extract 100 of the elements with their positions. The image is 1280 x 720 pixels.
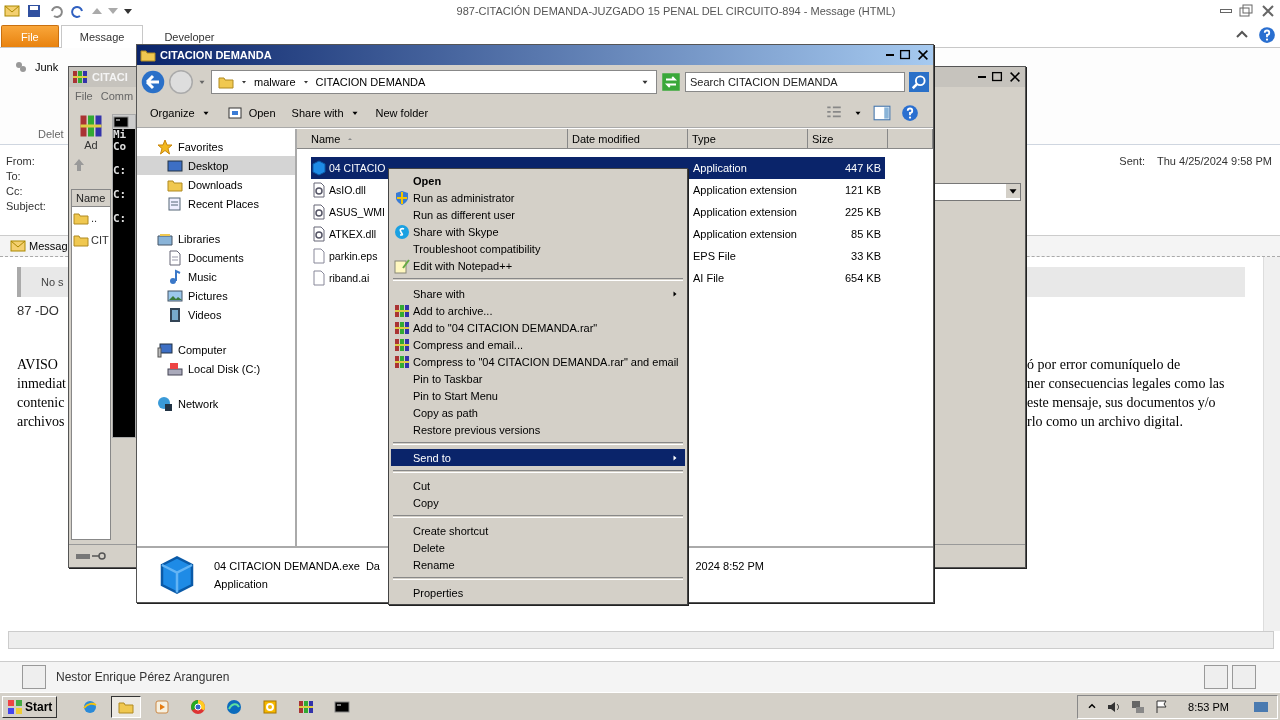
field-label: Cc: xyxy=(6,185,24,197)
menu-item[interactable]: Troubleshoot compatibility xyxy=(391,240,685,257)
maximize-icon xyxy=(898,48,912,62)
minimize-icon xyxy=(978,76,986,78)
body-text: rlo como un archivo digital. xyxy=(1027,413,1183,431)
attachment-tab[interactable]: Messag xyxy=(29,240,68,252)
menu-item[interactable]: Pin to Taskbar xyxy=(391,370,685,387)
nav-item[interactable]: Music xyxy=(137,267,295,286)
nav-item[interactable]: Documents xyxy=(137,248,295,267)
file-name[interactable]: 04 CITACIO xyxy=(329,162,386,174)
save-icon xyxy=(26,3,42,19)
folder-icon xyxy=(140,47,156,63)
file-name[interactable]: riband.ai xyxy=(329,272,370,284)
search-field[interactable]: Search CITACION DEMANDA xyxy=(685,72,905,92)
menu-item[interactable]: File xyxy=(75,90,93,102)
nav-item[interactable]: Libraries xyxy=(137,229,295,248)
nav-item[interactable]: Computer xyxy=(137,340,295,359)
column-header[interactable]: Size xyxy=(808,129,888,149)
menu-item[interactable]: Run as different user xyxy=(391,206,685,223)
menu-item[interactable]: Create shortcut xyxy=(391,522,685,539)
toolbar-label[interactable]: Ad xyxy=(84,139,98,151)
menu-item[interactable]: Add to archive... xyxy=(391,302,685,319)
vertical-scrollbar[interactable] xyxy=(1263,257,1280,631)
up-arrow-icon xyxy=(71,157,87,173)
minimize-icon xyxy=(1220,9,1232,13)
file-type: Application xyxy=(692,162,748,174)
forward-icon xyxy=(169,70,193,94)
toolbar-button[interactable]: Organize xyxy=(143,104,218,122)
junk-button[interactable]: Junk xyxy=(6,56,66,78)
breadcrumb[interactable]: malware xyxy=(254,76,296,88)
nav-item[interactable]: Network xyxy=(137,394,295,413)
field-label: Da xyxy=(365,560,380,572)
shield-icon xyxy=(394,189,410,206)
menu-item[interactable]: Open xyxy=(391,172,685,189)
window-title: 987-CITACIÓN DEMANDA-JUZGADO 15 PENAL DEL CIRCUITO-894 - Message (HTML) xyxy=(455,5,897,17)
file-type: Application extension xyxy=(692,184,798,196)
menu-item[interactable]: Add to "04 CITACION DEMANDA.rar" xyxy=(391,319,685,336)
file-name[interactable]: CIT xyxy=(91,234,109,246)
horizontal-scrollbar[interactable] xyxy=(8,631,1274,649)
caret-icon xyxy=(240,78,248,86)
nav-item[interactable]: Recent Places xyxy=(137,194,295,213)
notepad-icon xyxy=(394,257,410,274)
nav-item[interactable]: Desktop xyxy=(137,156,295,175)
nav-item[interactable]: Videos xyxy=(137,305,295,324)
ribbon-tab[interactable]: Message xyxy=(60,25,144,48)
menu-item[interactable]: Copy xyxy=(391,494,685,511)
column-header[interactable]: Name xyxy=(72,190,110,207)
flag-icon xyxy=(7,698,23,715)
menu-item[interactable]: Compress and email... xyxy=(391,336,685,353)
taskbar-button[interactable] xyxy=(111,695,142,718)
menu-item[interactable]: Restore previous versions xyxy=(391,421,685,438)
folder-icon xyxy=(218,74,234,90)
envelope-icon xyxy=(10,238,26,254)
console-text: C: xyxy=(113,213,128,225)
menu-item[interactable]: Send to xyxy=(391,449,685,466)
menu-item[interactable]: Pin to Start Menu xyxy=(391,387,685,404)
menu-item[interactable]: Copy as path xyxy=(391,404,685,421)
nav-item[interactable]: Downloads xyxy=(137,175,295,194)
menu-item[interactable]: Comm xyxy=(100,90,134,102)
file-name[interactable]: ATKEX.dll xyxy=(329,228,377,240)
column-header[interactable]: Type xyxy=(688,129,808,149)
body-text: inmediat xyxy=(17,375,66,393)
avatar xyxy=(1232,665,1256,689)
archive-icon xyxy=(394,353,410,370)
archive-icon xyxy=(79,113,103,139)
wave-icon xyxy=(226,698,243,715)
menu-item[interactable]: Rename xyxy=(391,556,685,573)
people-icon xyxy=(13,59,29,75)
gear-document-icon xyxy=(311,226,327,242)
toolbar-button[interactable]: Share with xyxy=(284,104,367,122)
menu-item[interactable]: Share with Skype xyxy=(391,223,685,240)
avatar xyxy=(22,665,46,689)
file-type: Application extension xyxy=(692,228,798,240)
file-size: 85 KB xyxy=(850,228,882,240)
archive-icon xyxy=(394,336,410,353)
menu-item[interactable]: Run as administrator xyxy=(391,189,685,206)
nav-item[interactable]: Favorites xyxy=(137,137,295,156)
date-text: 2024 8:52 PM xyxy=(695,560,764,572)
toolbar-button[interactable]: Open xyxy=(219,102,283,124)
address-bar[interactable]: malware CITACION DEMANDA xyxy=(211,70,657,94)
menu-item[interactable]: Cut xyxy=(391,477,685,494)
file-name[interactable]: parkin.eps xyxy=(329,250,378,262)
menu-item[interactable]: Delete xyxy=(391,539,685,556)
breadcrumb[interactable]: CITACION DEMANDA xyxy=(315,76,426,88)
column-header[interactable]: Name xyxy=(297,129,568,149)
body-text: archivos xyxy=(17,413,65,431)
start-button[interactable]: Start xyxy=(2,695,58,718)
submenu-arrow-icon xyxy=(670,289,679,298)
file-name[interactable]: ASUS_WMI xyxy=(329,206,385,218)
menu-item[interactable]: Compress to "04 CITACION DEMANDA.rar" and email xyxy=(391,353,685,370)
file-name[interactable]: .. xyxy=(91,212,98,224)
file-name[interactable]: AsIO.dll xyxy=(329,184,366,196)
file-type: EPS File xyxy=(692,250,737,262)
menu-item[interactable]: Properties xyxy=(391,584,685,601)
ribbon-tab[interactable]: Developer xyxy=(145,25,234,47)
computer-icon xyxy=(157,341,173,358)
nav-item[interactable]: Local Disk (C:) xyxy=(137,359,295,378)
column-header[interactable]: Date modified xyxy=(568,129,688,149)
archive-icon xyxy=(298,698,315,715)
toolbar-button[interactable]: New folder xyxy=(368,104,436,122)
